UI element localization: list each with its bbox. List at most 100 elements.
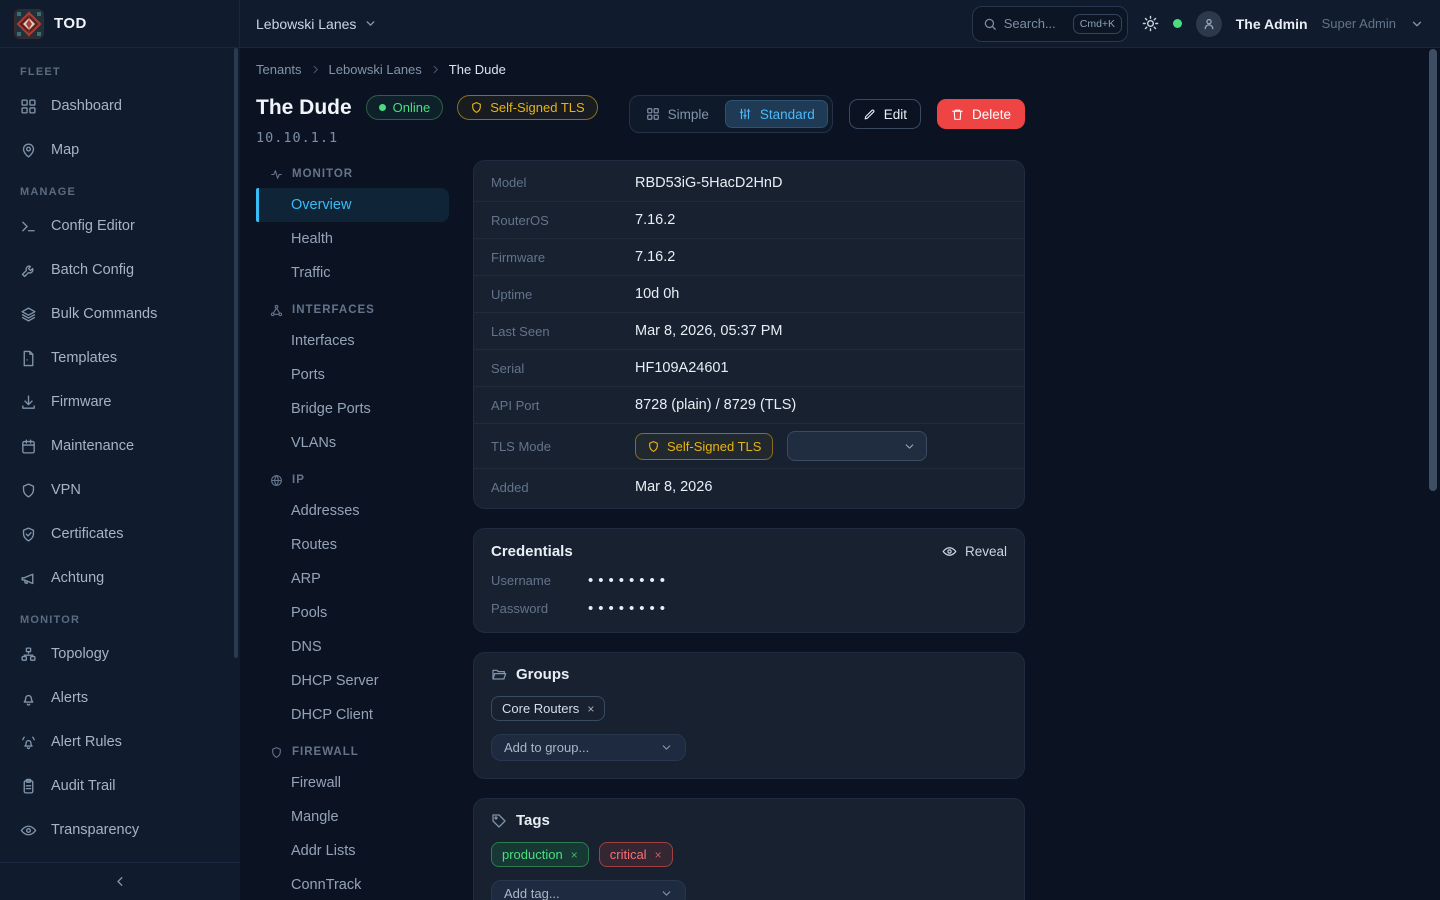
sidebar-item-achtung[interactable]: Achtung (0, 556, 240, 600)
view-standard-button[interactable]: Standard (725, 100, 828, 128)
subnav-item-overview[interactable]: Overview (256, 188, 449, 222)
sidebar-item-certificates[interactable]: Certificates (0, 512, 240, 556)
breadcrumb-tenants[interactable]: Tenants (256, 62, 302, 77)
subnav-item-dhcp-client[interactable]: DHCP Client (256, 698, 449, 732)
subnav-item-vlans[interactable]: VLANs (256, 426, 449, 460)
subnav-item-dns[interactable]: DNS (256, 630, 449, 664)
search-input[interactable]: Cmd+K (972, 6, 1128, 42)
avatar[interactable] (1196, 11, 1222, 37)
sliders-icon (738, 107, 752, 121)
subnav-item-firewall[interactable]: Firewall (256, 766, 449, 800)
page-title: The Dude (256, 96, 352, 120)
brand-area: TOD (0, 0, 240, 47)
sidebar-item-alert-rules[interactable]: Alert Rules (0, 720, 240, 764)
window-scrollbar[interactable] (1429, 49, 1437, 491)
subnav-item-ports[interactable]: Ports (256, 358, 449, 392)
remove-tag-icon[interactable]: × (571, 848, 578, 862)
clipboard-icon (20, 778, 37, 795)
subnav-item-pools[interactable]: Pools (256, 596, 449, 630)
edit-button[interactable]: Edit (849, 99, 921, 129)
tag-chip-critical: critical × (599, 842, 673, 867)
sidebar-item-firmware[interactable]: Firmware (0, 380, 240, 424)
sidebar-item-map[interactable]: Map (0, 128, 240, 172)
dashboard-icon (20, 98, 37, 115)
sidebar-item-maintenance[interactable]: Maintenance (0, 424, 240, 468)
tenant-name: Lebowski Lanes (256, 16, 356, 32)
theme-sun-icon[interactable] (1142, 15, 1159, 32)
subnav-item-mangle[interactable]: Mangle (256, 800, 449, 834)
sidebar-item-topology[interactable]: Topology (0, 632, 240, 676)
overview-row-serial: Serial HF109A24601 (474, 349, 1024, 386)
user-menu-chevron-icon[interactable] (1410, 17, 1424, 31)
user-role: Super Admin (1322, 16, 1396, 31)
subnav-item-interfaces[interactable]: Interfaces (256, 324, 449, 358)
tls-mode-select[interactable] (787, 431, 927, 461)
tags-title: Tags (516, 812, 550, 829)
subnav-item-conntrack[interactable]: ConnTrack (256, 868, 449, 900)
sidebar-item-templates[interactable]: Templates (0, 336, 240, 380)
subnav-section-ip: IP (256, 466, 449, 494)
reveal-button[interactable]: Reveal (942, 544, 1007, 559)
subnav-section-interfaces: Interfaces (256, 296, 449, 324)
sidebar-item-alerts[interactable]: Alerts (0, 676, 240, 720)
file-icon (20, 350, 37, 367)
online-dot-icon (379, 104, 386, 111)
megaphone-icon (20, 570, 37, 587)
sidebar-item-vpn[interactable]: VPN (0, 468, 240, 512)
breadcrumb-current: The Dude (449, 62, 506, 77)
pencil-icon (863, 108, 876, 121)
breadcrumb-tenant[interactable]: Lebowski Lanes (329, 62, 422, 77)
view-simple-button[interactable]: Simple (634, 100, 721, 128)
tags-card: Tags production × critical × (473, 798, 1025, 900)
subnav-item-arp[interactable]: ARP (256, 562, 449, 596)
subnav-item-traffic[interactable]: Traffic (256, 256, 449, 290)
delete-button[interactable]: Delete (937, 99, 1025, 129)
view-mode-toggle: Simple Standard (629, 95, 833, 133)
chevron-right-icon (430, 64, 441, 75)
sidebar-item-bulk-commands[interactable]: Bulk Commands (0, 292, 240, 336)
add-to-group-select[interactable]: Add to group... (491, 734, 686, 761)
subnav-item-addresses[interactable]: Addresses (256, 494, 449, 528)
sidebar-item-config-editor[interactable]: Config Editor (0, 204, 240, 248)
brand-name: TOD (54, 15, 87, 32)
tenant-selector[interactable]: Lebowski Lanes (256, 16, 377, 32)
group-chip: Core Routers × (491, 696, 605, 721)
subnav-item-addr-lists[interactable]: Addr Lists (256, 834, 449, 868)
sidebar-collapse-button[interactable] (0, 862, 240, 900)
remove-group-icon[interactable]: × (587, 702, 594, 716)
subnav-item-bridge-ports[interactable]: Bridge Ports (256, 392, 449, 426)
trash-icon (951, 108, 964, 121)
groups-title: Groups (516, 666, 569, 683)
map-pin-icon (20, 142, 37, 159)
overview-row-uptime: Uptime 10d 0h (474, 275, 1024, 312)
sidebar-item-transparency[interactable]: Transparency (0, 808, 240, 852)
sidebar-item-batch-config[interactable]: Batch Config (0, 248, 240, 292)
subnav-item-dhcp-server[interactable]: DHCP Server (256, 664, 449, 698)
subnav-section-firewall: Firewall (256, 738, 449, 766)
sidebar-scrollbar[interactable] (234, 48, 238, 658)
layers-icon (20, 306, 37, 323)
overview-row-routeros: RouterOS 7.16.2 (474, 201, 1024, 238)
chevron-down-icon (903, 440, 916, 453)
download-icon (20, 394, 37, 411)
subnav-item-health[interactable]: Health (256, 222, 449, 256)
search-shortcut-badge: Cmd+K (1073, 14, 1122, 34)
search-field[interactable] (1004, 16, 1066, 31)
subnav-item-routes[interactable]: Routes (256, 528, 449, 562)
shield-icon (470, 101, 483, 114)
remove-tag-icon[interactable]: × (655, 848, 662, 862)
sidebar-item-audit-trail[interactable]: Audit Trail (0, 764, 240, 808)
shield-icon (647, 440, 660, 453)
subnav-section-monitor: Monitor (256, 160, 449, 188)
chevron-left-icon (113, 874, 128, 889)
add-tag-select[interactable]: Add tag... (491, 880, 686, 900)
tls-badge: Self-Signed TLS (457, 95, 597, 120)
masked-password: •••••••• (588, 604, 670, 614)
sidebar: Fleet Dashboard Map Manage Config Editor… (0, 48, 240, 900)
app-window: TOD Lebowski Lanes Cmd+K (0, 0, 1440, 900)
sidebar-section-manage: Manage (0, 186, 240, 198)
sidebar-item-dashboard[interactable]: Dashboard (0, 84, 240, 128)
overview-row-api-port: API Port 8728 (plain) / 8729 (TLS) (474, 386, 1024, 423)
device-ip: 10.10.1.1 (256, 130, 598, 146)
eye-icon (942, 544, 957, 559)
